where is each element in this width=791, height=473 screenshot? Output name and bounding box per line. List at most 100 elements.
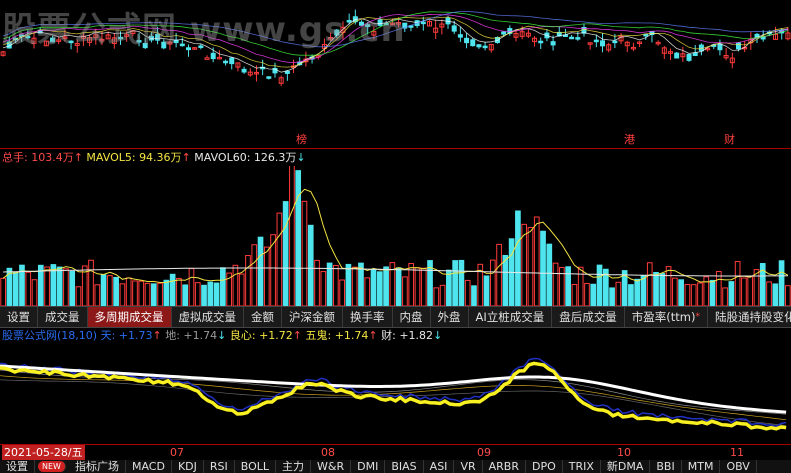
bottom-tab-settings[interactable]: 设置 [0, 460, 35, 473]
volume-bar [483, 275, 490, 306]
candle-body [229, 57, 235, 65]
volume-bar [446, 269, 452, 306]
volume-bar [182, 284, 189, 306]
volume-bar [320, 271, 327, 306]
candle-body [204, 57, 210, 60]
volume-bar [289, 166, 295, 306]
event-mark[interactable]: 财 [724, 131, 735, 147]
indicator-blue-line [0, 357, 787, 428]
volume-bar [609, 287, 615, 306]
tab-volume[interactable]: 成交量 [38, 307, 88, 327]
candle-body [241, 68, 247, 73]
volume-bar [515, 210, 521, 306]
tab-pe-ttm[interactable]: 市盈率(ttm)* [625, 307, 708, 327]
candle-body [501, 31, 507, 35]
volume-bar [414, 267, 421, 306]
bottom-tab-wr[interactable]: W&R [311, 460, 352, 473]
tab-northbound-holding[interactable]: 陆股通持股变化 [708, 307, 791, 327]
month-label: 07 [170, 446, 184, 459]
volume-bar [402, 276, 408, 306]
tab-amount[interactable]: 金额 [244, 307, 282, 327]
bottom-tab-main-force[interactable]: 主力 [276, 460, 312, 473]
candle-body [266, 76, 272, 79]
volume-bar [31, 279, 38, 306]
candle-body [600, 40, 606, 47]
tab-virtual-volume[interactable]: 虚拟成交量 [172, 307, 244, 327]
volume-bar [496, 243, 502, 306]
tab-settings[interactable]: 设置 [0, 307, 38, 327]
volume-bar [276, 212, 283, 306]
tian-value: +1.73 [118, 329, 153, 342]
bottom-tab-arbr[interactable]: ARBR [483, 460, 526, 473]
candle-body [643, 33, 649, 37]
volume-chart[interactable] [0, 166, 791, 306]
volume-bar [339, 279, 345, 306]
candle-body [550, 41, 556, 46]
tab-ai-volume[interactable]: AI立桩成交量 [469, 307, 553, 327]
volume-bar [307, 224, 314, 306]
bottom-tab-new-dma[interactable]: 新DMA [601, 460, 651, 473]
volume-bar [458, 259, 465, 306]
volume-bar [358, 262, 364, 306]
tab-inner-volume[interactable]: 内盘 [393, 307, 431, 327]
tab-turnover-rate[interactable]: 换手率 [343, 307, 393, 327]
bottom-tab-rsi[interactable]: RSI [204, 460, 235, 473]
volume-header: 总手: 103.4万↑ MAVOL5: 94.36万↑ MAVOL60: 126… [2, 150, 306, 166]
volume-bar [565, 266, 571, 306]
bottom-tab-obv[interactable]: OBV [720, 460, 757, 473]
volume-bar [785, 285, 791, 306]
volume-bar [351, 266, 358, 306]
bottom-tab-dpo[interactable]: DPO [526, 460, 563, 473]
volume-bar [709, 279, 716, 306]
bottom-tab-dmi[interactable]: DMI [351, 460, 386, 473]
volume-bar [257, 236, 264, 306]
volume-bar [333, 264, 339, 306]
volume-bar [188, 268, 195, 306]
volume-bar [314, 259, 320, 306]
indicator-chart[interactable] [0, 344, 791, 444]
di-arrow: ↓ [217, 329, 227, 342]
bottom-tab-trix[interactable]: TRIX [563, 460, 601, 473]
volume-bar [88, 259, 94, 306]
event-mark[interactable]: 榜 [296, 131, 307, 147]
tab-hs-amount[interactable]: 沪深金额 [282, 307, 343, 327]
volume-bar [370, 268, 377, 306]
bottom-tab-bias[interactable]: BIAS [385, 460, 424, 473]
volume-bar [728, 281, 735, 306]
tab-after-hours-volume[interactable]: 盘后成交量 [552, 307, 625, 327]
bottom-tab-kdj[interactable]: KDJ [172, 460, 204, 473]
bottom-tab-asi[interactable]: ASI [424, 460, 455, 473]
indicator-name: 股票公式网(18,10) 天: [2, 329, 119, 342]
liangxin-label: 良心: [226, 329, 260, 342]
wugui-value: +1.74 [334, 329, 369, 342]
di-value: +1.74 [183, 329, 218, 342]
candle-body [612, 40, 618, 44]
bottom-tab-macd[interactable]: MACD [126, 460, 172, 473]
volume-bar [69, 270, 76, 306]
mavol60-label: MAVOL60: [194, 151, 254, 164]
event-mark[interactable]: 港 [624, 131, 635, 147]
volume-bar [665, 266, 672, 306]
bottom-tab-bbi[interactable]: BBI [650, 460, 682, 473]
mavol60-line [3, 267, 788, 277]
volume-bar [295, 170, 302, 306]
tab-multi-period-volume[interactable]: 多周期成交量 [87, 307, 172, 327]
candle-body [476, 44, 482, 48]
bottom-tab-vr[interactable]: VR [454, 460, 483, 473]
indicator-header: 股票公式网(18,10) 天: +1.73↑ 地: +1.74↓ 良心: +1.… [2, 328, 442, 344]
volume-bar [420, 267, 427, 306]
tian-arrow: ↑ [152, 329, 162, 342]
volume-bar [157, 282, 163, 306]
mavol60-value: 126.3万 [253, 151, 297, 164]
cai-arrow: ↓ [433, 329, 443, 342]
candle-body [223, 60, 229, 64]
bottom-tab-boll[interactable]: BOLL [235, 460, 277, 473]
volume-bar [125, 277, 132, 306]
bottom-tab-indicator-square[interactable]: 指标广场 [69, 460, 126, 473]
volume-bar [282, 201, 289, 306]
tab-outer-volume[interactable]: 外盘 [431, 307, 469, 327]
candle-body [538, 40, 544, 44]
volume-bar [176, 277, 182, 306]
volume-bar [646, 262, 653, 306]
bottom-tab-mtm[interactable]: MTM [682, 460, 721, 473]
